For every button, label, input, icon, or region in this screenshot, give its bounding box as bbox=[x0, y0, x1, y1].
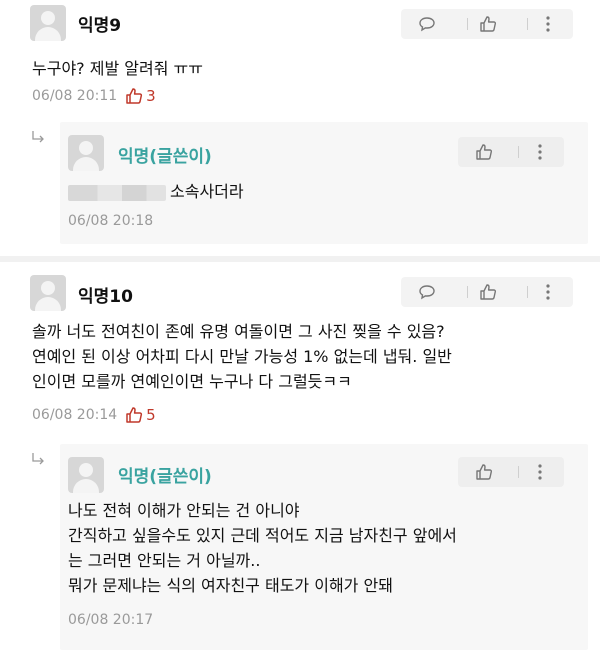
reply-author: 익명(글쓴이) bbox=[118, 467, 212, 487]
thumbs-up-icon bbox=[480, 16, 497, 32]
divider bbox=[518, 146, 519, 158]
redacted-text bbox=[68, 184, 166, 201]
reply-date: 06/08 20:17 bbox=[68, 612, 154, 628]
reply-actions bbox=[458, 457, 564, 487]
reply-button[interactable] bbox=[407, 277, 447, 307]
reply: 익명(글쓴이) 나도 전혀 이해가 안되는 건 아니야 간직하고 싶을수도 있지… bbox=[60, 444, 588, 650]
more-button[interactable] bbox=[520, 137, 560, 167]
vote-number: 5 bbox=[146, 406, 156, 424]
comment-actions bbox=[401, 277, 573, 307]
thumbs-up-icon bbox=[480, 284, 497, 300]
speech-bubble-icon bbox=[419, 17, 435, 32]
avatar bbox=[30, 275, 66, 311]
avatar bbox=[30, 5, 66, 41]
speech-bubble-icon bbox=[419, 285, 435, 300]
comment-date: 06/08 20:14 bbox=[32, 407, 118, 423]
more-vertical-icon bbox=[546, 284, 550, 300]
more-button[interactable] bbox=[528, 9, 568, 39]
reply-button[interactable] bbox=[407, 9, 447, 39]
reply-date: 06/08 20:18 bbox=[68, 213, 154, 229]
more-vertical-icon bbox=[546, 16, 550, 32]
thumbs-up-icon bbox=[476, 464, 493, 480]
more-button[interactable] bbox=[520, 457, 560, 487]
vote-count: 5 bbox=[125, 406, 156, 424]
comment-text-line: 인이면 모를까 연예인이면 누구나 다 그럴듯ㅋㅋ bbox=[32, 372, 352, 391]
reply-text-line: 나도 전혀 이해가 안되는 건 아니야 bbox=[68, 501, 300, 520]
vote-count: 3 bbox=[125, 87, 156, 105]
like-button[interactable] bbox=[468, 277, 508, 307]
reply-actions bbox=[458, 137, 564, 167]
comment-date: 06/08 20:11 bbox=[32, 88, 118, 104]
reply-text: 소속사더라 bbox=[68, 179, 244, 204]
reply-text-line: 소속사더라 bbox=[170, 182, 244, 201]
like-button[interactable] bbox=[464, 137, 504, 167]
divider bbox=[518, 466, 519, 478]
avatar bbox=[68, 457, 104, 493]
thumbs-up-icon bbox=[476, 144, 493, 160]
reply-author: 익명(글쓴이) bbox=[118, 147, 212, 167]
like-button[interactable] bbox=[464, 457, 504, 487]
reply-meta: 06/08 20:18 bbox=[68, 213, 153, 229]
comment-author: 익명9 bbox=[78, 16, 122, 36]
comment: 익명10 솔까 너도 전여친이 존예 유명 여돌이면 그 사진 찢을 수 있음?… bbox=[0, 262, 600, 662]
avatar bbox=[68, 135, 104, 171]
reply: 익명(글쓴이) 소속사더라 06/08 20:18 bbox=[60, 122, 588, 244]
thumbs-up-outline-icon bbox=[126, 88, 143, 104]
reply-arrow-icon bbox=[32, 453, 44, 465]
more-vertical-icon bbox=[538, 464, 542, 480]
more-button[interactable] bbox=[528, 277, 568, 307]
comment-text-line: 연예인 된 이상 어차피 다시 만날 가능성 1% 없는데 냅둬. 일반 bbox=[32, 347, 452, 366]
more-vertical-icon bbox=[538, 144, 542, 160]
reply-arrow-icon bbox=[32, 131, 44, 143]
comment-meta: 06/08 20:11 3 bbox=[32, 87, 156, 105]
reply-meta: 06/08 20:17 bbox=[68, 612, 153, 628]
like-button[interactable] bbox=[468, 9, 508, 39]
reply-text-line: 는 그러면 안되는 거 아닐까.. bbox=[68, 551, 261, 570]
reply-text-line: 뭐가 문제냐는 식의 여자친구 태도가 이해가 안돼 bbox=[68, 576, 393, 595]
comment-meta: 06/08 20:14 5 bbox=[32, 406, 156, 424]
comment-text: 누구야? 제발 알려줘 ㅠㅠ bbox=[32, 59, 203, 78]
comment-actions bbox=[401, 9, 573, 39]
comment-author: 익명10 bbox=[78, 287, 133, 307]
comment-text-line: 솔까 너도 전여친이 존예 유명 여돌이면 그 사진 찢을 수 있음? bbox=[32, 322, 445, 341]
vote-number: 3 bbox=[146, 87, 156, 105]
comment: 익명9 누구야? 제발 알려줘 ㅠㅠ 06/08 20:11 3 익명(글쓴이) bbox=[0, 0, 600, 262]
thumbs-up-outline-icon bbox=[126, 407, 143, 423]
reply-text-line: 간직하고 싶을수도 있지 근데 적어도 지금 남자친구 앞에서 bbox=[68, 526, 457, 545]
